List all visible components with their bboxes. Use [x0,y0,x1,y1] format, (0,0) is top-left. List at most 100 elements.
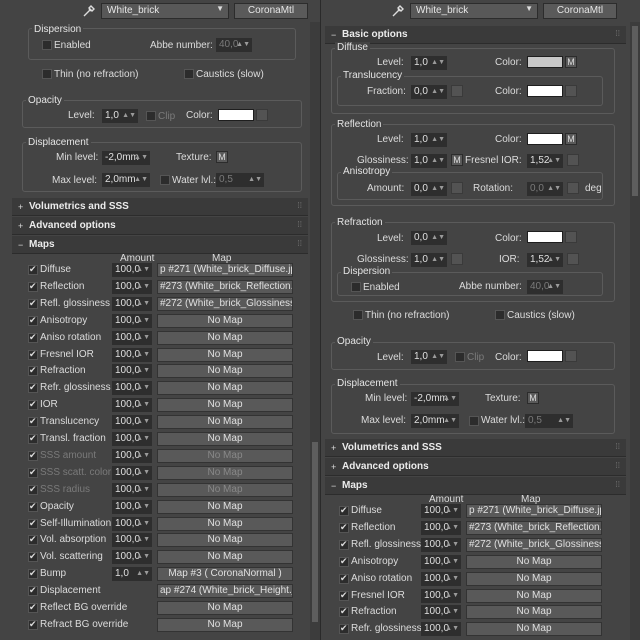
map-amount-spinner[interactable]: 100,0 ▲▼ [112,415,152,430]
basic-options-rollout[interactable]: − Basic options ⁞⁞ [325,26,626,44]
map-slot-button[interactable]: #272 (White_brick_Glossiness.jp [466,537,602,552]
water-level-spinner[interactable]: 0,5 ▲▼ [216,173,264,187]
anisotropy-rotation-spinner[interactable]: 0,0 ▲▼ [527,182,563,196]
map-enable-checkbox[interactable] [28,484,38,495]
opacity-level-spinner[interactable]: 1,0 ▲▼ [102,109,138,123]
map-amount-spinner[interactable]: 100,0 ▲▼ [112,550,152,565]
map-amount-spinner[interactable]: 100,0 ▲▼ [112,381,152,396]
map-enable-checkbox[interactable] [28,534,38,546]
map-slot-button[interactable]: No Map [157,330,293,345]
map-slot-button[interactable]: No Map [157,381,293,396]
map-slot-button[interactable]: No Map [157,415,293,430]
map-amount-spinner[interactable]: 100,0 ▲▼ [112,482,152,497]
ior-spinner[interactable]: 1,52 ▲▼ [527,253,563,267]
map-enable-checkbox[interactable] [28,382,38,394]
map-amount-spinner[interactable]: 100,0 ▲▼ [112,432,152,446]
fresnel-ior-map-button[interactable] [567,154,579,166]
map-enable-checkbox[interactable] [28,568,38,580]
map-enable-checkbox[interactable] [339,556,349,567]
map-amount-spinner[interactable]: 100,0 ▲▼ [112,347,152,362]
map-amount-spinner[interactable]: 100,0 ▲▼ [421,520,461,535]
translucency-color-swatch[interactable] [527,85,563,97]
caustics-checkbox[interactable] [184,69,194,79]
map-slot-button[interactable]: #273 (White_brick_Reflection.jp [466,520,602,535]
map-amount-spinner[interactable]: 100,0 ▲▼ [112,499,152,514]
map-slot-button[interactable]: No Map [466,588,602,603]
diffuse-level-spinner[interactable]: 1,0 ▲▼ [411,56,447,70]
min-level-spinner[interactable]: -2,0mm ▲▼ [411,392,459,406]
abbe-number-spinner[interactable]: 40,0 ▲▼ [216,38,252,52]
fresnel-ior-spinner[interactable]: 1,52 ▲▼ [527,154,563,168]
map-slot-button[interactable]: No Map [157,465,293,480]
map-slot-button[interactable]: No Map [466,571,602,586]
map-enable-checkbox[interactable] [28,467,38,478]
map-amount-spinner[interactable]: 100,0 ▲▼ [112,516,152,531]
material-type-button[interactable]: CoronaMtl [543,3,617,19]
scrollbar-thumb[interactable] [312,442,318,622]
map-amount-spinner[interactable]: 100,0 ▲▼ [421,504,461,518]
water-level-spinner[interactable]: 0,5 ▲▼ [525,414,573,428]
map-enable-checkbox[interactable] [28,585,38,597]
map-enable-checkbox[interactable] [28,416,38,428]
map-slot-button[interactable]: No Map [157,601,293,615]
max-level-spinner[interactable]: 2,0mm ▲▼ [411,414,459,428]
map-slot-button[interactable]: No Map [157,398,293,413]
map-slot-button[interactable]: No Map [157,550,293,565]
volumetrics-rollout[interactable]: + Volumetrics and SSS ⁞⁞ [12,198,308,216]
opacity-color-swatch[interactable] [527,350,563,362]
displacement-texture-button[interactable]: M [527,392,539,404]
map-slot-button[interactable]: No Map [157,516,293,531]
diffuse-color-swatch[interactable] [527,56,563,68]
map-enable-checkbox[interactable] [28,433,38,444]
abbe-number-spinner[interactable]: 40,0 ▲▼ [527,280,563,294]
reflection-glossiness-map-button[interactable]: M [451,154,463,166]
map-amount-spinner[interactable]: 100,0 ▲▼ [112,279,152,294]
volumetrics-rollout[interactable]: + Volumetrics and SSS ⁞⁞ [325,439,626,457]
map-slot-button[interactable]: p #271 (White_brick_Diffuse.jpe [466,504,602,518]
map-amount-spinner[interactable]: 100,0 ▲▼ [112,533,152,548]
eyedropper-icon[interactable] [391,4,405,18]
reflection-glossiness-spinner[interactable]: 1,0 ▲▼ [411,154,447,168]
map-amount-spinner[interactable]: 100,0 ▲▼ [421,537,461,552]
translucency-color-map-button[interactable] [565,85,577,97]
map-amount-spinner[interactable]: 100,0 ▲▼ [421,605,461,620]
reflection-level-spinner[interactable]: 1,0 ▲▼ [411,133,447,147]
map-enable-checkbox[interactable] [28,365,38,377]
scrollbar-thumb[interactable] [632,26,638,196]
map-enable-checkbox[interactable] [339,539,349,550]
map-amount-spinner[interactable]: 100,0 ▲▼ [421,554,461,569]
anisotropy-rotation-map-button[interactable] [567,182,579,194]
opacity-map-button[interactable] [256,109,268,121]
map-enable-checkbox[interactable] [339,573,349,584]
max-level-spinner[interactable]: 2,0mm ▲▼ [102,173,150,187]
map-slot-button[interactable]: No Map [157,617,293,632]
scrollbar[interactable] [630,22,640,640]
map-slot-button[interactable]: No Map [157,499,293,514]
thin-no-refraction-checkbox[interactable] [353,310,363,320]
map-amount-spinner[interactable]: 100,0 ▲▼ [112,296,152,311]
map-slot-button[interactable]: No Map [157,482,293,497]
map-amount-spinner[interactable]: 100,0 ▲▼ [421,588,461,603]
maps-rollout[interactable]: − Maps ⁞⁞ [12,236,308,254]
map-enable-checkbox[interactable] [339,623,349,635]
material-name-dropdown[interactable]: White_brick ▼ [410,3,538,19]
water-level-checkbox[interactable] [160,175,170,185]
map-slot-button[interactable]: No Map [466,605,602,620]
map-enable-checkbox[interactable] [28,450,38,461]
map-enable-checkbox[interactable] [28,298,38,309]
map-slot-button[interactable]: ap #274 (White_brick_Height.jpe [157,584,293,599]
map-amount-spinner[interactable]: 1,0 ▲▼ [112,567,152,582]
map-enable-checkbox[interactable] [28,281,38,292]
opacity-map-button[interactable] [565,350,577,362]
opacity-level-spinner[interactable]: 1,0 ▲▼ [411,350,447,364]
map-enable-checkbox[interactable] [28,501,38,512]
opacity-color-swatch[interactable] [218,109,254,121]
map-amount-spinner[interactable]: 100,0 ▲▼ [112,313,152,328]
map-slot-button[interactable]: No Map [157,347,293,362]
translucency-fraction-spinner[interactable]: 0,0 ▲▼ [411,85,447,99]
reflection-color-swatch[interactable] [527,133,563,145]
map-amount-spinner[interactable]: 100,0 ▲▼ [112,448,152,463]
map-slot-button[interactable]: No Map [157,313,293,328]
reflection-map-button[interactable]: M [565,133,577,145]
map-amount-spinner[interactable]: 100,0 ▲▼ [421,571,461,586]
